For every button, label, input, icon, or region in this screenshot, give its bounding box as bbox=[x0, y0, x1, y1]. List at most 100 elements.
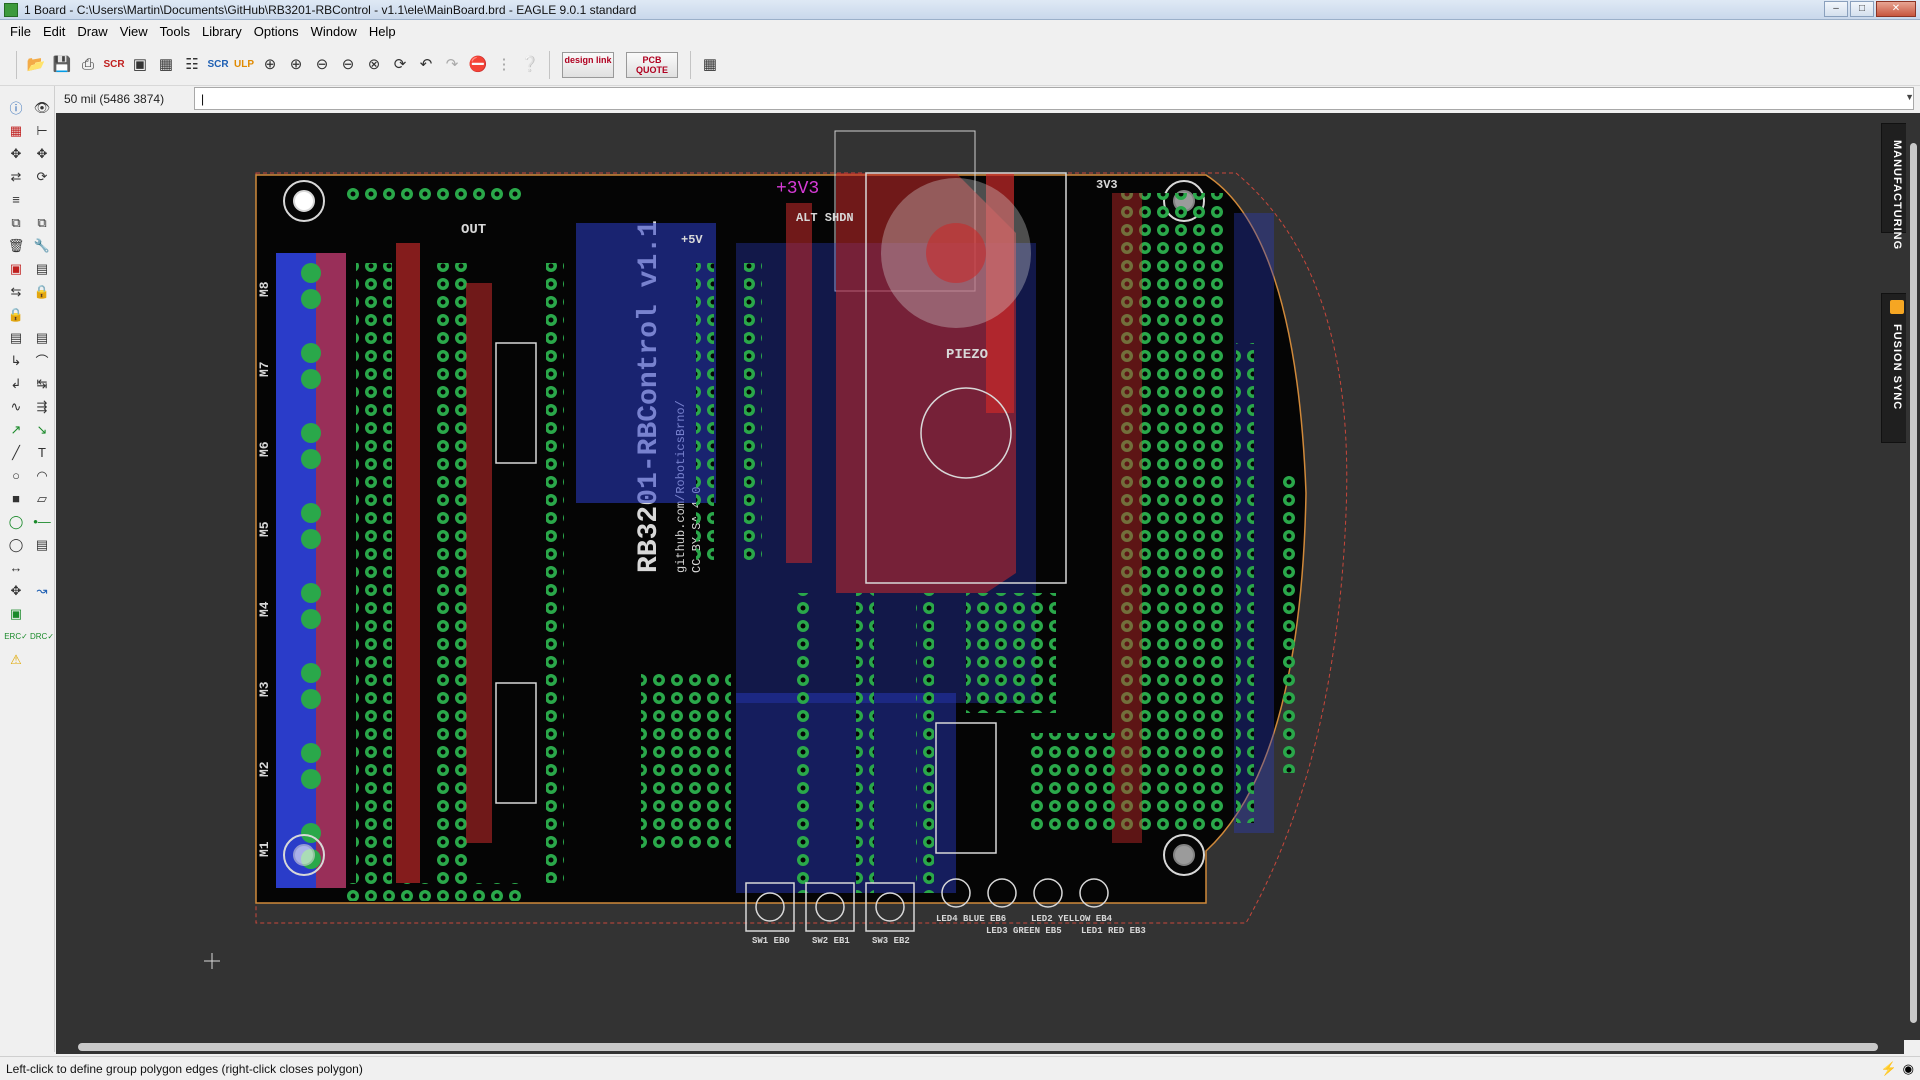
warning-icon[interactable]: ⚠ bbox=[4, 648, 28, 671]
stop-icon[interactable]: ⛔ bbox=[466, 53, 490, 77]
minimize-icon[interactable]: – bbox=[1824, 1, 1848, 17]
grid-icon[interactable]: ▦ bbox=[698, 53, 722, 77]
add-icon[interactable]: ▣ bbox=[4, 257, 28, 280]
display-layers-icon[interactable]: ▦ bbox=[4, 119, 28, 142]
undo-icon[interactable]: ↶ bbox=[414, 53, 438, 77]
ic-column-3 bbox=[796, 593, 814, 893]
fanout-icon[interactable]: ↘ bbox=[30, 418, 54, 441]
board-canvas[interactable]: M8 M7 M6 M5 M4 M3 M2 M1 RB3201-RBControl… bbox=[56, 113, 1904, 1040]
menu-help[interactable]: Help bbox=[363, 21, 402, 43]
optimize-icon[interactable]: ↲ bbox=[4, 372, 28, 395]
delete-icon[interactable]: 🗑 bbox=[4, 234, 28, 257]
show-icon[interactable]: 👁 bbox=[30, 96, 54, 119]
grid-coordinate-readout: 50 mil (5486 3874) bbox=[64, 92, 165, 106]
replace-icon[interactable]: ▤ bbox=[30, 257, 54, 280]
via-icon[interactable]: ◯ bbox=[4, 510, 28, 533]
horizontal-scrollbar[interactable] bbox=[56, 1040, 1904, 1054]
pcb-quote-button[interactable]: PCB QUOTE bbox=[626, 51, 678, 78]
motor-trace-band bbox=[316, 253, 346, 888]
lock-icon[interactable]: 🔒 bbox=[30, 280, 54, 303]
library-icon[interactable]: ☷ bbox=[180, 53, 204, 77]
horizontal-scroll-thumb[interactable] bbox=[78, 1043, 1878, 1051]
meander-icon[interactable]: ↹ bbox=[30, 372, 54, 395]
paste-icon[interactable]: ⧉ bbox=[30, 211, 54, 234]
vertical-scrollbar[interactable] bbox=[1906, 113, 1920, 1040]
menu-edit[interactable]: Edit bbox=[37, 21, 71, 43]
drc-icon[interactable]: DRC✓ bbox=[30, 625, 54, 648]
redraw-icon[interactable]: ⟳ bbox=[388, 53, 412, 77]
open-icon[interactable]: 📂 bbox=[24, 53, 48, 77]
mark-icon[interactable]: ⊢ bbox=[30, 119, 54, 142]
go-icon[interactable]: ⋮ bbox=[492, 53, 516, 77]
window-controls: – □ ✕ bbox=[1824, 1, 1916, 17]
command-line-input[interactable] bbox=[194, 87, 1914, 110]
close-icon[interactable]: ✕ bbox=[1876, 1, 1916, 17]
zoom-last-icon[interactable]: ⊖ bbox=[336, 53, 360, 77]
autorouter-icon[interactable]: ↝ bbox=[30, 579, 54, 602]
zoom-fit-icon[interactable]: ⊕ bbox=[258, 53, 282, 77]
menu-library[interactable]: Library bbox=[196, 21, 248, 43]
lightning-icon[interactable]: ⚡ bbox=[1880, 1061, 1896, 1077]
motor-label-m6: M6 bbox=[257, 441, 272, 457]
rectangle-icon[interactable]: ■ bbox=[4, 487, 28, 510]
save-icon[interactable]: 💾 bbox=[50, 53, 74, 77]
line-icon[interactable]: ╱ bbox=[4, 441, 28, 464]
ic-column-5 bbox=[916, 593, 934, 893]
arc-icon[interactable]: ◠ bbox=[30, 464, 54, 487]
name-icon[interactable]: ▤ bbox=[4, 326, 28, 349]
fusion-sync-label: FUSION SYNC bbox=[1891, 324, 1903, 411]
menu-file[interactable]: File bbox=[4, 21, 37, 43]
hole-icon[interactable]: ◯ bbox=[4, 533, 28, 556]
script-icon[interactable]: SCR bbox=[102, 53, 126, 77]
menu-window[interactable]: Window bbox=[305, 21, 363, 43]
redo-icon[interactable]: ↷ bbox=[440, 53, 464, 77]
vertical-scroll-thumb[interactable] bbox=[1910, 143, 1917, 1023]
text-icon[interactable]: T bbox=[30, 441, 54, 464]
led-label-blue: LED4 BLUE EB6 bbox=[936, 914, 1006, 924]
circle-icon[interactable]: ○ bbox=[4, 464, 28, 487]
padlock-icon[interactable]: 🔒 bbox=[4, 303, 28, 326]
polygon-icon[interactable]: ▱ bbox=[30, 487, 54, 510]
board-icon[interactable]: ▦ bbox=[154, 53, 178, 77]
ratsnest-icon[interactable]: ✥ bbox=[4, 579, 28, 602]
smash-icon[interactable]: ⇆ bbox=[4, 280, 28, 303]
erc-icon[interactable]: ERC✓ bbox=[4, 625, 28, 648]
board-outline-icon[interactable]: ▣ bbox=[4, 602, 28, 625]
info-icon[interactable]: ⓘ bbox=[4, 96, 28, 119]
move-icon[interactable]: ✥ bbox=[4, 142, 28, 165]
menu-draw[interactable]: Draw bbox=[71, 21, 113, 43]
split-icon[interactable]: ↳ bbox=[4, 349, 28, 372]
value-icon[interactable]: ▤ bbox=[30, 326, 54, 349]
rotate-icon[interactable]: ⟳ bbox=[30, 165, 54, 188]
dimension-icon[interactable]: ↔ bbox=[4, 556, 28, 579]
menu-view[interactable]: View bbox=[114, 21, 154, 43]
miter-icon[interactable]: ⌒ bbox=[30, 349, 54, 372]
chevron-down-icon[interactable]: ▼ bbox=[1905, 92, 1914, 102]
menu-options[interactable]: Options bbox=[248, 21, 305, 43]
copy-icon[interactable]: ⧉ bbox=[4, 211, 28, 234]
move-group-icon[interactable]: ✥ bbox=[30, 142, 54, 165]
mirror-icon[interactable]: ⇄ bbox=[4, 165, 28, 188]
toolbar-separator bbox=[690, 50, 691, 79]
attribute-icon[interactable]: ▤ bbox=[30, 533, 54, 556]
print-icon[interactable]: ⎙ bbox=[76, 53, 100, 77]
route-icon[interactable]: ∿ bbox=[4, 395, 28, 418]
design-link-button[interactable]: design link bbox=[562, 51, 614, 78]
wrench-icon[interactable]: 🔧 bbox=[30, 234, 54, 257]
run-script-icon[interactable]: SCR bbox=[206, 53, 230, 77]
motor-label-m5: M5 bbox=[257, 521, 272, 537]
help-icon[interactable]: ❔ bbox=[518, 53, 542, 77]
align-icon[interactable]: ≡ bbox=[4, 188, 28, 211]
signal-icon[interactable]: •— bbox=[30, 510, 54, 533]
zoom-select-icon[interactable]: ⊗ bbox=[362, 53, 386, 77]
maximize-icon[interactable]: □ bbox=[1850, 1, 1874, 17]
ripup-icon[interactable]: ⇶ bbox=[30, 395, 54, 418]
cam-icon[interactable]: ▣ bbox=[128, 53, 152, 77]
label-3v3-right: 3V3 bbox=[1096, 178, 1118, 192]
zoom-out-icon[interactable]: ⊖ bbox=[310, 53, 334, 77]
zoom-in-icon[interactable]: ⊕ bbox=[284, 53, 308, 77]
stop-status-icon[interactable]: ◉ bbox=[1903, 1061, 1914, 1077]
route-multiple-icon[interactable]: ↗ bbox=[4, 418, 28, 441]
run-ulp-icon[interactable]: ULP bbox=[232, 53, 256, 77]
menu-tools[interactable]: Tools bbox=[154, 21, 196, 43]
